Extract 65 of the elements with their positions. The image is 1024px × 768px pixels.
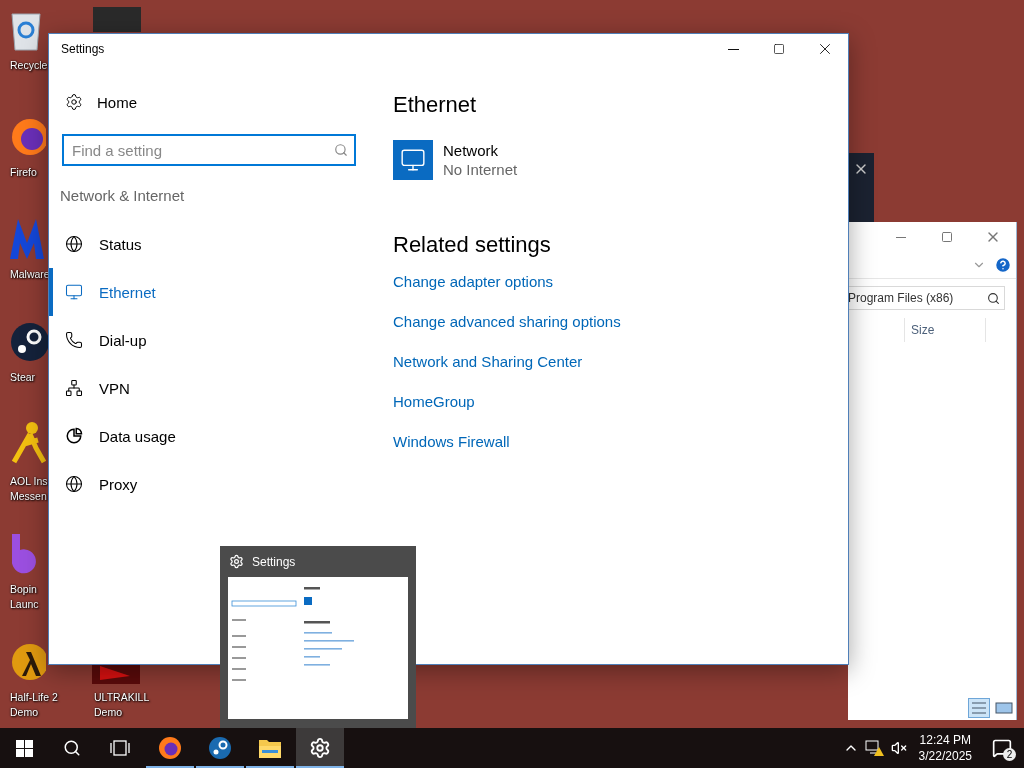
minimize-icon bbox=[727, 48, 739, 50]
desktop-icon-label[interactable]: Stear bbox=[10, 370, 36, 385]
section-heading: Network & Internet bbox=[60, 187, 186, 204]
steam-icon bbox=[208, 736, 232, 760]
notification-count: 2 bbox=[1003, 748, 1016, 761]
nav-item[interactable]: Status bbox=[49, 220, 377, 268]
search-field[interactable]: Find a setting bbox=[62, 134, 356, 166]
network-tile-icon[interactable] bbox=[393, 140, 433, 180]
task-view-icon bbox=[109, 740, 131, 756]
pie-chart-icon bbox=[65, 427, 83, 445]
desktop-icon-label[interactable]: ULTRAKILL Demo bbox=[94, 690, 150, 720]
taskbar-app-button[interactable] bbox=[296, 728, 344, 768]
maximize-icon bbox=[941, 231, 953, 243]
desktop-icon-label[interactable]: Bopin Launc bbox=[10, 582, 39, 612]
search-icon bbox=[63, 739, 81, 757]
help-icon[interactable] bbox=[994, 256, 1012, 274]
settings-link[interactable]: Change advanced sharing options bbox=[393, 312, 621, 332]
clock[interactable]: 12:24 PM 3/22/2025 bbox=[910, 728, 980, 768]
network-status: No Internet bbox=[443, 161, 518, 178]
section-heading: Related settings bbox=[393, 231, 552, 259]
game-icon[interactable] bbox=[92, 664, 140, 684]
windows-logo-icon bbox=[15, 739, 33, 757]
notifications-button[interactable]: 2 bbox=[980, 728, 1024, 768]
search-field[interactable]: Program Files (x86) bbox=[848, 286, 1005, 310]
settings-link[interactable]: Network and Sharing Center bbox=[393, 352, 583, 372]
firefox-icon bbox=[158, 736, 182, 760]
monitor-icon bbox=[65, 283, 83, 301]
globe-icon bbox=[65, 235, 83, 253]
nav-item[interactable]: Ethernet bbox=[49, 268, 377, 316]
thumbnail-view-icon[interactable] bbox=[994, 700, 1014, 716]
network-icon bbox=[65, 379, 83, 397]
desktop-icon-label[interactable]: Malware bbox=[10, 267, 50, 282]
search-field-text: Program Files (x86) bbox=[848, 291, 955, 305]
search-icon[interactable] bbox=[987, 291, 1000, 305]
nav-item[interactable]: Proxy bbox=[49, 460, 377, 508]
gear-icon bbox=[309, 737, 331, 759]
column-header[interactable]: Size bbox=[904, 318, 986, 342]
settings-link[interactable]: Windows Firewall bbox=[393, 432, 510, 452]
window-title: Settings bbox=[61, 42, 106, 56]
volume-muted-icon bbox=[890, 740, 907, 756]
network-name[interactable]: Network bbox=[443, 142, 518, 159]
nav-item[interactable]: Data usage bbox=[49, 412, 377, 460]
gear-icon bbox=[229, 554, 244, 569]
maximize-icon bbox=[773, 43, 785, 55]
folder-icon bbox=[258, 737, 282, 759]
minimize-icon bbox=[896, 236, 906, 238]
message-icon bbox=[992, 738, 1012, 758]
desktop-icon-label[interactable]: Firefo bbox=[10, 165, 37, 180]
page-heading: Ethernet bbox=[393, 91, 478, 119]
settings-link[interactable]: HomeGroup bbox=[393, 392, 475, 412]
window-thumbnail-drawing[interactable] bbox=[228, 577, 408, 719]
desktop-icon-label[interactable]: Recycle bbox=[10, 58, 48, 73]
nav-item[interactable]: VPN bbox=[49, 364, 377, 412]
desktop-icon-label[interactable]: AOL Ins Messen bbox=[10, 474, 48, 504]
nav-item[interactable]: Dial-up bbox=[49, 316, 377, 364]
desktop-icon-label[interactable]: Half-Life 2 Demo bbox=[10, 690, 58, 720]
network-warning-icon bbox=[864, 739, 885, 757]
globe-icon bbox=[65, 475, 83, 493]
taskbar-preview[interactable]: Settings bbox=[220, 546, 416, 728]
settings-link[interactable]: Change adapter options bbox=[393, 272, 554, 292]
preview-title: Settings bbox=[252, 554, 296, 569]
steam-icon[interactable] bbox=[8, 320, 48, 364]
gear-icon bbox=[65, 93, 83, 111]
phone-icon bbox=[65, 331, 83, 349]
home-nav-item[interactable]: Home bbox=[49, 90, 137, 114]
